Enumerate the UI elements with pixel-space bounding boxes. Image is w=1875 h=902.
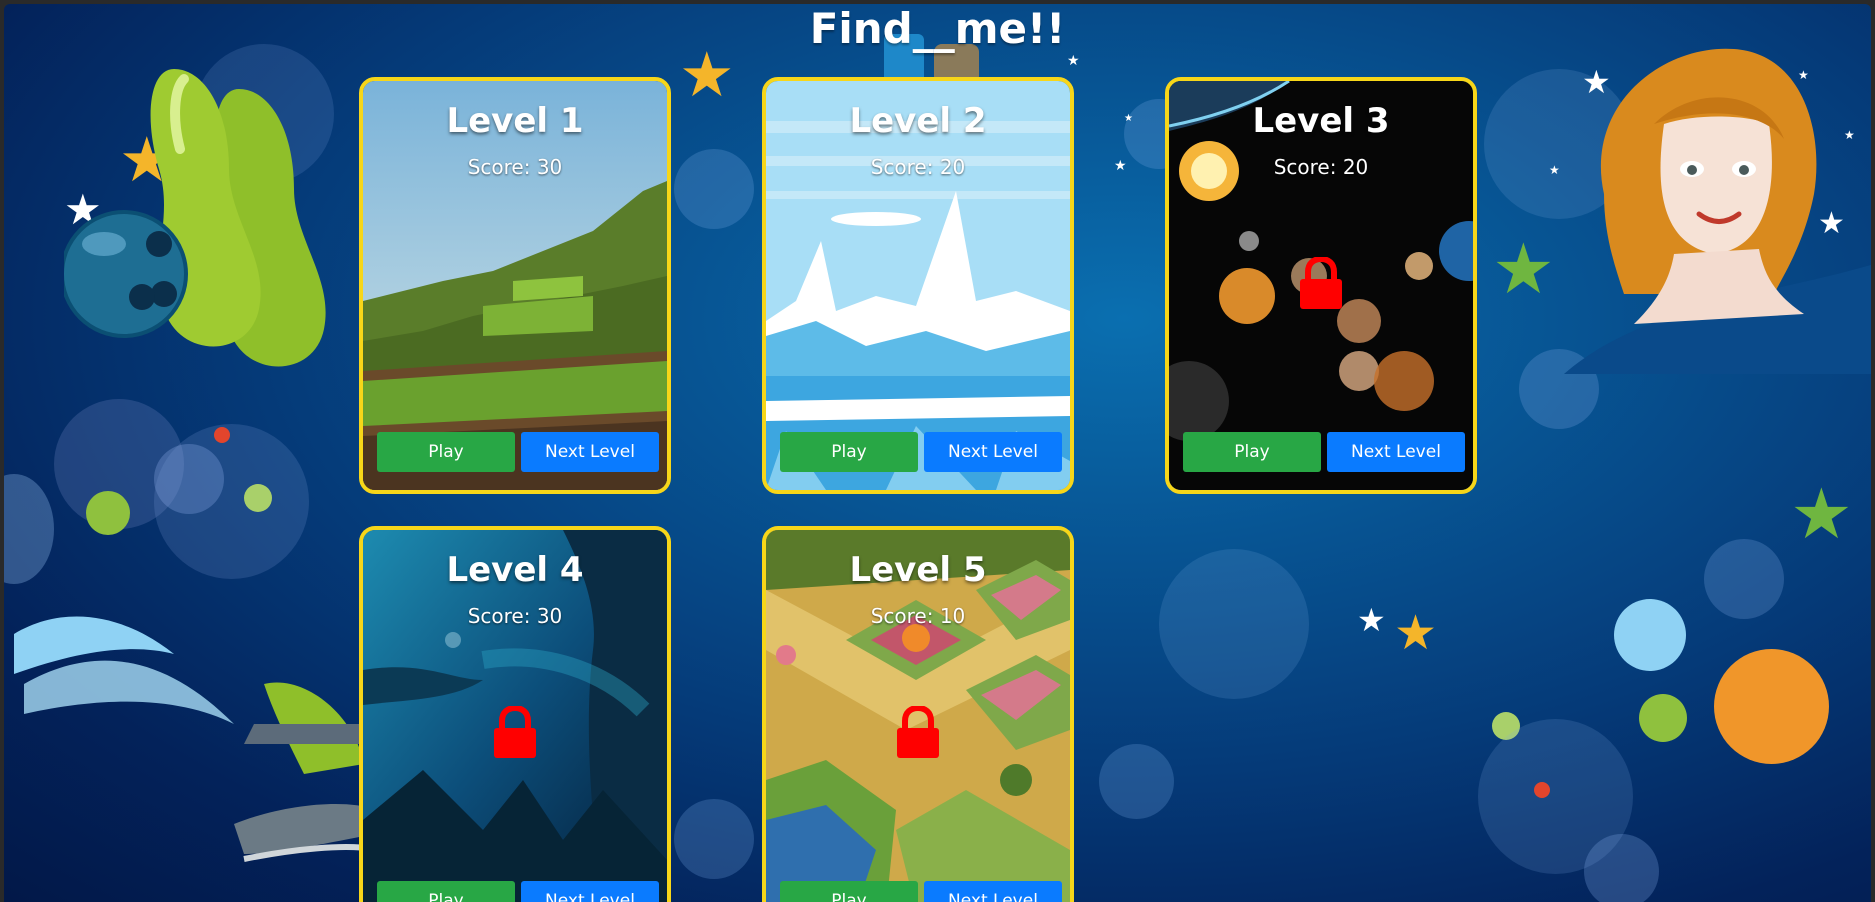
level-title: Level 3 bbox=[1252, 101, 1390, 141]
play-button[interactable]: Play bbox=[780, 881, 918, 902]
bg-bubble bbox=[86, 491, 130, 535]
level-2-scene bbox=[766, 81, 1070, 490]
bg-bubble bbox=[1099, 744, 1174, 819]
bg-bubble bbox=[1639, 694, 1687, 742]
bg-bubble bbox=[154, 444, 224, 514]
bowling-pins-decoration bbox=[64, 69, 326, 367]
level-title: Level 5 bbox=[849, 550, 987, 590]
star-icon: ★ bbox=[1790, 473, 1853, 555]
bg-bubble bbox=[4, 474, 54, 584]
next-level-button[interactable]: Next Level bbox=[924, 881, 1062, 902]
bg-bubble bbox=[1159, 549, 1309, 699]
bg-bubble bbox=[214, 427, 230, 443]
level-1-scene bbox=[363, 81, 667, 490]
star-icon: ★ bbox=[1067, 53, 1080, 69]
bg-bubble bbox=[1584, 834, 1659, 902]
lock-icon bbox=[494, 706, 536, 758]
next-level-button[interactable]: Next Level bbox=[1327, 432, 1465, 472]
level-title: Level 4 bbox=[446, 550, 584, 590]
next-level-button[interactable]: Next Level bbox=[521, 432, 659, 472]
bg-bubble bbox=[674, 149, 754, 229]
star-icon: ★ bbox=[1394, 605, 1438, 661]
page-title: Find__me!! bbox=[809, 4, 1066, 53]
level-score: Score: 30 bbox=[467, 604, 563, 628]
girl-face-decoration bbox=[1564, 48, 1871, 374]
level-card-4: Level 4 Score: 30 Play Next Level bbox=[359, 526, 671, 902]
level-card-5: Level 5 Score: 10 Play Next Level bbox=[762, 526, 1074, 902]
airplane-decoration bbox=[14, 616, 374, 862]
level-title: Level 1 bbox=[446, 101, 584, 141]
bg-bubble bbox=[1714, 649, 1829, 764]
star-icon: ★ bbox=[1114, 158, 1127, 174]
level-score: Score: 20 bbox=[870, 155, 966, 179]
lock-icon bbox=[1300, 257, 1342, 309]
next-level-button[interactable]: Next Level bbox=[521, 881, 659, 902]
level-card-1: Level 1 Score: 30 Play Next Level bbox=[359, 77, 671, 494]
play-button[interactable]: Play bbox=[780, 432, 918, 472]
level-title: Level 2 bbox=[849, 101, 987, 141]
level-score: Score: 10 bbox=[870, 604, 966, 628]
level-score: Score: 20 bbox=[1273, 155, 1369, 179]
star-icon: ★ bbox=[1124, 113, 1133, 124]
level-card-2: Level 2 Score: 20 Play Next Level bbox=[762, 77, 1074, 494]
bg-bubble bbox=[1534, 782, 1550, 798]
level-score: Score: 30 bbox=[467, 155, 563, 179]
play-button[interactable]: Play bbox=[1183, 432, 1321, 472]
bg-bubble bbox=[1614, 599, 1686, 671]
bg-bubble bbox=[674, 799, 754, 879]
next-level-button[interactable]: Next Level bbox=[924, 432, 1062, 472]
bg-bubble bbox=[244, 484, 272, 512]
play-button[interactable]: Play bbox=[377, 432, 515, 472]
level-card-3: Level 3 Score: 20 Play Next Level bbox=[1165, 77, 1477, 494]
bg-bubble bbox=[1704, 539, 1784, 619]
game-background: ★ ★ ★ ★ ★ ★ ★ ★ ★ ★ ★ ★ ★ ★ ★ ★ Find__me… bbox=[4, 4, 1871, 902]
lock-icon bbox=[897, 706, 939, 758]
play-button[interactable]: Play bbox=[377, 881, 515, 902]
star-icon: ★ bbox=[1357, 601, 1386, 639]
star-icon: ★ bbox=[679, 38, 735, 111]
